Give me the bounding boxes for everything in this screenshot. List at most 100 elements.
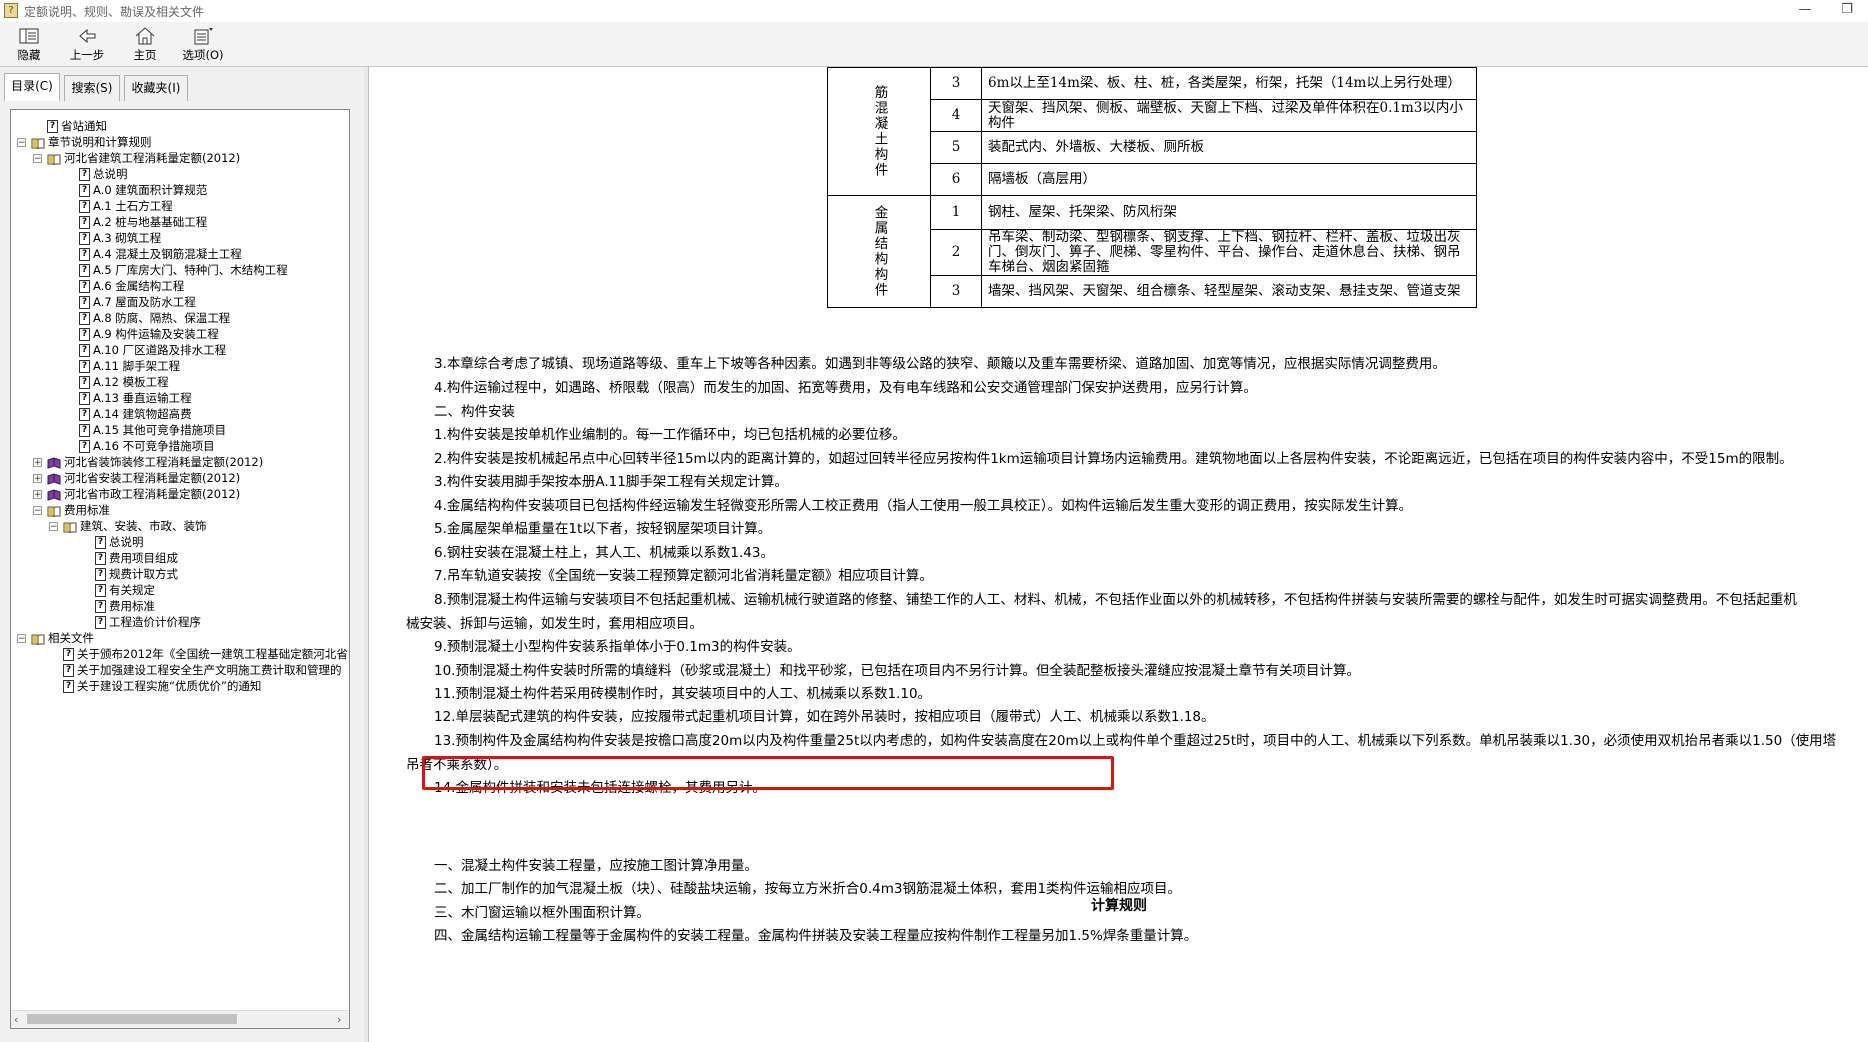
tree-item[interactable]: ? A.13 垂直运输工程 (79, 390, 192, 406)
scroll-right-icon[interactable]: › (337, 1011, 341, 1028)
tree-item[interactable]: ? 总说明 (95, 534, 144, 550)
tree-item[interactable]: ? A.4 混凝土及钢筋混凝土工程 (79, 246, 242, 262)
tree-item[interactable]: ? A.14 建筑物超高费 (79, 406, 192, 422)
help-page-icon: ? (79, 344, 90, 357)
class-number-cell: 3 (930, 67, 982, 100)
tree-expander-icon[interactable]: + (33, 490, 42, 500)
hide-button[interactable]: 隐藏 (0, 24, 58, 64)
back-button[interactable]: 上一步 (58, 24, 116, 64)
help-page-icon: ? (79, 360, 90, 373)
note-paragraph: 12.单层装配式建筑的构件安装，应按履带式起重机项目计算，如在跨外吊装时，按相应… (434, 709, 1215, 725)
tree-expander-icon[interactable]: + (33, 458, 42, 468)
note-paragraph: 2.构件安装是按机械起吊点中心回转半径15m以内的距离计算的，如超过回转半径应另… (434, 451, 1793, 467)
tab-contents[interactable]: 目录(C) (4, 73, 60, 101)
help-page-icon: ? (63, 664, 74, 677)
tree-item[interactable]: ? 总说明 (79, 166, 128, 182)
help-page-icon: ? (79, 440, 90, 453)
tree-expander-icon[interactable]: − (33, 506, 42, 516)
tree-item-label: A.10 厂区道路及排水工程 (93, 343, 227, 357)
home-label: 主页 (133, 48, 157, 62)
help-page-icon: ? (95, 600, 106, 613)
tab-search[interactable]: 搜索(S) (64, 75, 120, 101)
help-page-icon: ? (79, 248, 90, 261)
help-page-icon: ? (79, 408, 90, 421)
help-page-icon: ? (63, 680, 74, 693)
tree-item-label: A.12 模板工程 (93, 375, 169, 389)
tab-favorites[interactable]: 收藏夹(I) (124, 75, 188, 101)
help-page-icon: ? (79, 184, 90, 197)
note-paragraph: 7.吊车轨道安装按《全国统一安装工程预算定额河北省消耗量定额》相应项目计算。 (434, 568, 933, 584)
tree-item[interactable]: 河北省装饰装修工程消耗量定额(2012) (47, 454, 263, 470)
minimize-button[interactable]: — (1794, 1, 1816, 19)
tree-item[interactable]: ? A.5 厂库房大门、特种门、木结构工程 (79, 262, 288, 278)
scroll-left-icon[interactable]: ‹ (14, 1011, 18, 1028)
horizontal-scrollbar[interactable]: ‹ › (11, 1010, 349, 1028)
tree-item-label: A.3 砌筑工程 (93, 231, 162, 245)
tree-item[interactable]: ? A.7 屋面及防水工程 (79, 294, 196, 310)
tree-item-label: A.13 垂直运输工程 (93, 391, 192, 405)
tree-item[interactable]: 章节说明和计算规则 (31, 134, 152, 150)
tree-expander-icon[interactable]: + (33, 474, 42, 484)
tree-item[interactable]: 相关文件 (31, 630, 94, 646)
tree-item[interactable]: ? 工程造价计价程序 (95, 614, 201, 630)
tree-item[interactable]: ? A.12 模板工程 (79, 374, 169, 390)
tree-item[interactable]: ? 费用项目组成 (95, 550, 178, 566)
tree-item[interactable]: ? A.8 防腐、隔热、保温工程 (79, 310, 230, 326)
title-bar: ? 定额说明、规则、勘误及相关文件 — ❐ (0, 0, 1868, 23)
tree-item[interactable]: ? A.11 脚手架工程 (79, 358, 180, 374)
tree-expander-icon[interactable]: − (17, 634, 26, 644)
scrollbar-thumb[interactable] (27, 1014, 237, 1024)
tree-item[interactable]: ? A.2 桩与地基基础工程 (79, 214, 207, 230)
category-cell: 金属结构构件 (827, 195, 931, 308)
tree-item[interactable]: ? 关于建设工程实施“优质优价”的通知 (63, 678, 261, 694)
back-label: 上一步 (69, 48, 105, 62)
help-page-icon: ? (79, 392, 90, 405)
class-number-cell: 4 (930, 99, 982, 132)
tree-item[interactable]: ? A.15 其他可竞争措施项目 (79, 422, 226, 438)
tree-item-label: 河北省安装工程消耗量定额(2012) (64, 471, 241, 485)
tree-item-label: A.14 建筑物超高费 (93, 407, 192, 421)
tree-item[interactable]: ? 有关规定 (95, 582, 155, 598)
home-button[interactable]: 主页 (116, 24, 174, 64)
toolbar: 隐藏 上一步 主页 选项(O) (0, 22, 1868, 67)
home-icon (135, 27, 155, 45)
tree-item-label: 关于加强建设工程安全生产文明施工费计取和管理的 (77, 663, 342, 677)
help-page-icon: ? (95, 536, 106, 549)
tree-item[interactable]: ? A.0 建筑面积计算规范 (79, 182, 207, 198)
restore-button[interactable]: ❐ (1836, 1, 1858, 19)
tree-item[interactable]: 河北省建筑工程消耗量定额(2012) (47, 150, 240, 166)
tree-item[interactable]: ? 规费计取方式 (95, 566, 178, 582)
tree-item[interactable]: 河北省安装工程消耗量定额(2012) (47, 470, 240, 486)
note-paragraph: 械安装、拆卸与运输，如发生时，套用相应项目。 (406, 616, 703, 632)
back-arrow-icon (79, 28, 96, 44)
help-page-icon: ? (95, 552, 106, 565)
tree-expander-icon[interactable]: − (33, 154, 42, 164)
tree-item[interactable]: 河北省市政工程消耗量定额(2012) (47, 486, 240, 502)
help-page-icon: ? (95, 616, 106, 629)
tree-expander-icon[interactable]: − (17, 138, 26, 148)
tree-item-label: 费用项目组成 (109, 551, 178, 565)
tree-item-label: 建筑、安装、市政、装饰 (80, 519, 207, 533)
tree-item[interactable]: ? A.16 不可竞争措施项目 (79, 438, 215, 454)
tree-expander-icon[interactable]: − (49, 522, 58, 532)
tree-item[interactable]: ? A.3 砌筑工程 (79, 230, 161, 246)
options-button[interactable]: 选项(O) (174, 24, 232, 64)
tree-item[interactable]: 建筑、安装、市政、装饰 (63, 518, 207, 534)
navigation-pane: 目录(C) 搜索(S) 收藏夹(I) ? 省站通知 − 章节说明和计算规则 − 河北省建筑… (0, 67, 365, 1042)
tree-item[interactable]: ? 关于加强建设工程安全生产文明施工费计取和管理的 (63, 662, 342, 678)
tree-item[interactable]: ? A.6 金属结构工程 (79, 278, 184, 294)
tree-item[interactable]: ? 省站通知 (47, 118, 107, 134)
tree-item[interactable]: ? A.10 厂区道路及排水工程 (79, 342, 226, 358)
note-paragraph: 5.金属屋架单榀重量在1t以下者，按轻钢屋架项目计算。 (434, 521, 772, 537)
rule-paragraph: 一、混凝土构件安装工程量，应按施工图计算净用量。 (434, 858, 758, 874)
tree-item[interactable]: ? A.9 构件运输及安装工程 (79, 326, 219, 342)
note-paragraph: 10.预制混凝土构件安装时所需的填缝料（砂浆或混凝土）和找平砂浆，已包括在项目内… (434, 663, 1360, 679)
tree-item[interactable]: ? 关于颁布2012年《全国统一建筑工程基础定额河北省 (63, 646, 348, 662)
tree-item[interactable]: 费用标准 (47, 502, 110, 518)
help-page-icon: ? (79, 216, 90, 229)
tree-item-label: 总说明 (109, 535, 144, 549)
tree-item[interactable]: ? A.1 土石方工程 (79, 198, 173, 214)
tree-item[interactable]: ? 费用标准 (95, 598, 155, 614)
tree-item-label: 总说明 (93, 167, 128, 181)
open-book-icon (47, 505, 61, 518)
